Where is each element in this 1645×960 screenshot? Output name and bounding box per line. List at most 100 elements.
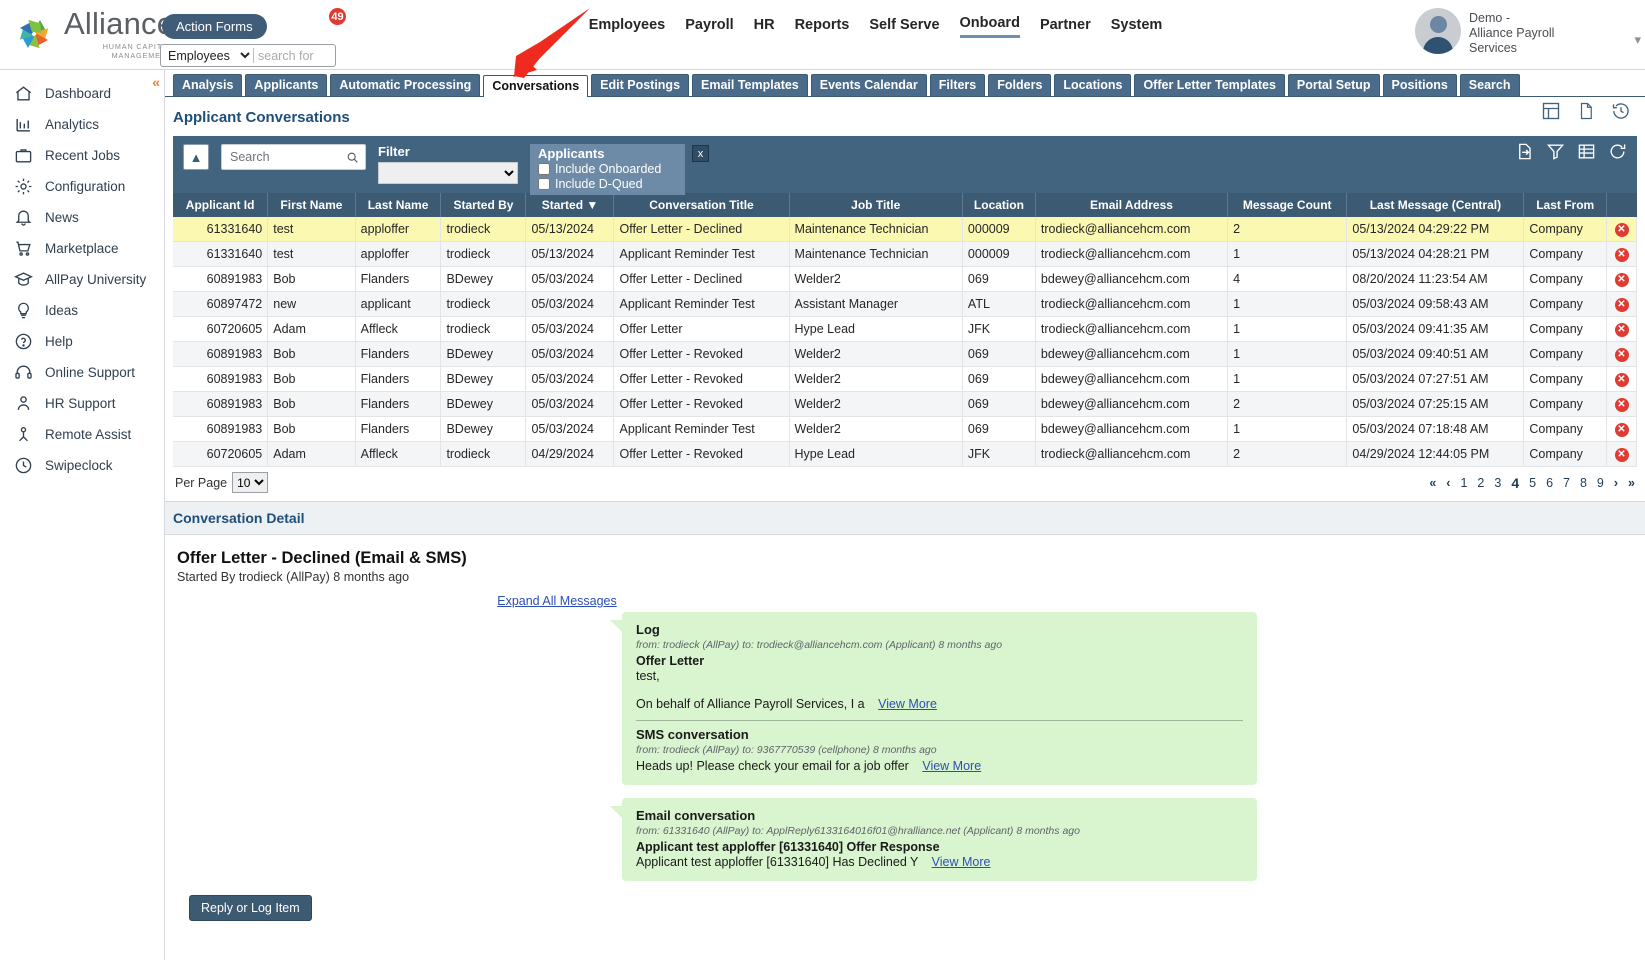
search-scope-select[interactable]: Employees bbox=[161, 45, 253, 66]
tab-conversations[interactable]: Conversations bbox=[483, 75, 589, 97]
col-started-by[interactable]: Started By bbox=[440, 193, 527, 217]
col-job-title[interactable]: Job Title bbox=[789, 193, 963, 217]
global-search-input[interactable] bbox=[254, 47, 334, 64]
col-last-message[interactable]: Last Message (Central) bbox=[1346, 193, 1525, 217]
table-row[interactable]: 60891983 Bob Flanders BDewey 05/03/2024 Offer… bbox=[173, 266, 1637, 292]
delete-row-icon[interactable]: ✕ bbox=[1614, 323, 1629, 337]
col-first-name[interactable]: First Name bbox=[267, 193, 356, 217]
pagination-page-1[interactable]: 1 bbox=[1460, 476, 1467, 490]
nav-self-serve[interactable]: Self Serve bbox=[869, 17, 939, 37]
sidebar-item-configuration[interactable]: Configuration bbox=[0, 171, 164, 202]
chevron-down-icon[interactable]: ▾ bbox=[1634, 32, 1641, 48]
tab-applicants[interactable]: Applicants bbox=[245, 74, 328, 96]
tab-folders[interactable]: Folders bbox=[988, 74, 1052, 96]
pagination-page-5[interactable]: 5 bbox=[1529, 476, 1536, 490]
nav-onboard[interactable]: Onboard bbox=[959, 15, 1020, 38]
table-row[interactable]: 61331640 test apploffer trodieck 05/13/2024 A… bbox=[173, 241, 1637, 267]
sidebar-item-dashboard[interactable]: Dashboard bbox=[0, 78, 164, 109]
table-row[interactable]: 60891983 Bob Flanders BDewey 05/03/2024 Offer… bbox=[173, 391, 1637, 417]
sms-view-more-link[interactable]: View More bbox=[922, 759, 981, 773]
sidebar-item-ideas[interactable]: Ideas bbox=[0, 295, 164, 326]
col-email-address[interactable]: Email Address bbox=[1035, 193, 1229, 217]
sidebar-item-allpay-university[interactable]: AllPay University bbox=[0, 264, 164, 295]
tab-edit-postings[interactable]: Edit Postings bbox=[591, 74, 690, 96]
col-last-name[interactable]: Last Name bbox=[355, 193, 442, 217]
expand-all-messages-link[interactable]: Expand All Messages bbox=[177, 594, 937, 608]
col-location[interactable]: Location bbox=[962, 193, 1036, 217]
grid-search-input[interactable] bbox=[228, 149, 346, 165]
sidebar-item-help[interactable]: Help bbox=[0, 326, 164, 357]
col-message-count[interactable]: Message Count bbox=[1227, 193, 1348, 217]
sidebar-item-marketplace[interactable]: Marketplace bbox=[0, 233, 164, 264]
sidebar-item-hr-support[interactable]: HR Support bbox=[0, 388, 164, 419]
include-dqued-checkbox[interactable] bbox=[538, 178, 550, 190]
reply-or-log-item-button[interactable]: Reply or Log Item bbox=[189, 895, 312, 921]
pagination-page-2[interactable]: 2 bbox=[1477, 476, 1484, 490]
delete-row-icon[interactable]: ✕ bbox=[1614, 448, 1629, 462]
global-search[interactable]: Employees bbox=[160, 44, 336, 67]
per-page-select[interactable]: 10 bbox=[232, 472, 269, 493]
col-started[interactable]: Started ▼ bbox=[525, 193, 615, 217]
delete-row-icon[interactable]: ✕ bbox=[1614, 348, 1629, 362]
delete-row-icon[interactable]: ✕ bbox=[1614, 273, 1629, 287]
table-row[interactable]: 60891983 Bob Flanders BDewey 05/03/2024 Offer… bbox=[173, 366, 1637, 392]
include-onboarded-checkbox[interactable] bbox=[538, 163, 550, 175]
email-view-more-link[interactable]: View More bbox=[932, 855, 991, 869]
brand-logo[interactable]: Alliance HUMAN CAPITAL MANAGEMENT bbox=[0, 0, 174, 60]
action-forms-button[interactable]: Action Forms bbox=[162, 14, 267, 39]
close-filter-icon[interactable]: x bbox=[692, 145, 709, 162]
col-applicant-id[interactable]: Applicant Id bbox=[173, 193, 269, 217]
nav-payroll[interactable]: Payroll bbox=[685, 17, 733, 37]
col-last-from[interactable]: Last From bbox=[1523, 193, 1607, 217]
delete-row-icon[interactable]: ✕ bbox=[1614, 248, 1629, 262]
pagination-page-4[interactable]: 4 bbox=[1511, 475, 1519, 491]
table-row[interactable]: 60897472 new applicant trodieck 05/03/2024 Ap… bbox=[173, 291, 1637, 317]
pagination-page-8[interactable]: 8 bbox=[1580, 476, 1587, 490]
pagination-page-9[interactable]: 9 bbox=[1597, 476, 1604, 490]
tab-portal-setup[interactable]: Portal Setup bbox=[1287, 74, 1380, 96]
table-row[interactable]: 60891983 Bob Flanders BDewey 05/03/2024 Offer… bbox=[173, 341, 1637, 367]
tab-search[interactable]: Search bbox=[1459, 74, 1520, 96]
grid-search-box[interactable] bbox=[221, 144, 366, 170]
tab-locations[interactable]: Locations bbox=[1054, 74, 1132, 96]
nav-partner[interactable]: Partner bbox=[1040, 17, 1091, 37]
nav-hr[interactable]: HR bbox=[754, 17, 775, 37]
tab-offer-letter-templates[interactable]: Offer Letter Templates bbox=[1134, 74, 1285, 96]
tab-events-calendar[interactable]: Events Calendar bbox=[810, 74, 927, 96]
nav-system[interactable]: System bbox=[1111, 17, 1163, 37]
pagination-page-3[interactable]: 3 bbox=[1494, 476, 1501, 490]
col-conversation-title[interactable]: Conversation Title bbox=[613, 193, 790, 217]
tab-filters[interactable]: Filters bbox=[929, 74, 986, 96]
pagination-first[interactable]: « bbox=[1429, 476, 1436, 490]
table-row[interactable]: 60720605 Adam Affleck trodieck 04/29/2024 Off… bbox=[173, 441, 1637, 467]
pagination-page-7[interactable]: 7 bbox=[1563, 476, 1570, 490]
nav-employees[interactable]: Employees bbox=[589, 17, 666, 37]
collapse-panel-button[interactable]: ▲ bbox=[183, 144, 209, 170]
delete-row-icon[interactable]: ✕ bbox=[1614, 298, 1629, 312]
delete-row-icon[interactable]: ✕ bbox=[1614, 373, 1629, 387]
sidebar-item-online-support[interactable]: Online Support bbox=[0, 357, 164, 388]
delete-row-icon[interactable]: ✕ bbox=[1614, 223, 1629, 237]
include-onboarded-row[interactable]: Include Onboarded bbox=[538, 162, 677, 176]
table-row[interactable]: 61331640 test apploffer trodieck 05/13/2024 O… bbox=[173, 217, 1637, 242]
user-menu[interactable]: Demo - Alliance Payroll Services ▾ bbox=[1415, 0, 1645, 56]
tab-email-templates[interactable]: Email Templates bbox=[692, 74, 808, 96]
table-row[interactable]: 60720605 Adam Affleck trodieck 05/03/2024 Off… bbox=[173, 316, 1637, 342]
include-dqued-row[interactable]: Include D-Qued bbox=[538, 177, 677, 191]
pagination-last[interactable]: » bbox=[1628, 476, 1635, 490]
delete-row-icon[interactable]: ✕ bbox=[1614, 423, 1629, 437]
filter-select[interactable] bbox=[378, 162, 518, 184]
nav-reports[interactable]: Reports bbox=[795, 17, 850, 37]
table-row[interactable]: 60891983 Bob Flanders BDewey 05/03/2024 Appli… bbox=[173, 416, 1637, 442]
sidebar-collapse-icon[interactable]: « bbox=[152, 74, 160, 90]
tab-automatic-processing[interactable]: Automatic Processing bbox=[330, 74, 481, 96]
pagination-page-6[interactable]: 6 bbox=[1546, 476, 1553, 490]
pagination-prev[interactable]: ‹ bbox=[1446, 476, 1450, 490]
sidebar-item-analytics[interactable]: Analytics bbox=[0, 109, 164, 140]
sidebar-item-news[interactable]: News bbox=[0, 202, 164, 233]
pagination-next[interactable]: › bbox=[1614, 476, 1618, 490]
sidebar-item-swipeclock[interactable]: Swipeclock bbox=[0, 450, 164, 481]
delete-row-icon[interactable]: ✕ bbox=[1614, 398, 1629, 412]
view-more-link[interactable]: View More bbox=[878, 697, 937, 711]
sidebar-item-recent-jobs[interactable]: Recent Jobs bbox=[0, 140, 164, 171]
